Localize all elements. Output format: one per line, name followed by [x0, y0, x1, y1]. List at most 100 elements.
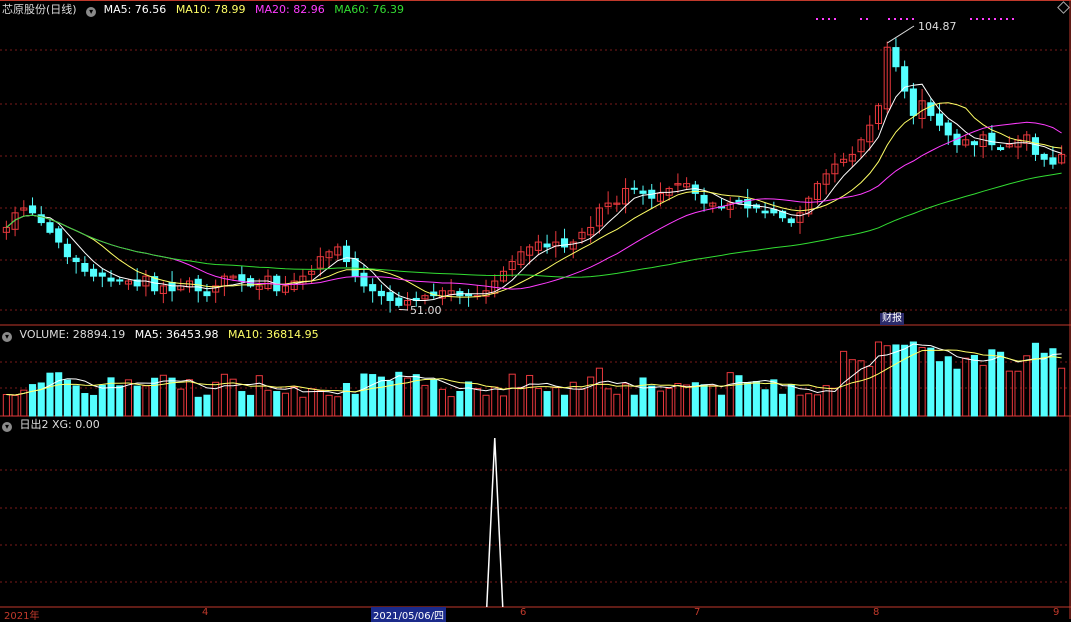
x-label-cursor-date: 2021/05/06/四 [371, 607, 447, 622]
volume-bar-70 [613, 393, 621, 417]
candle-body-27 [238, 274, 246, 282]
volume-bar-93 [813, 394, 821, 417]
ma5-label: MA5: 76.56 [103, 3, 167, 16]
volume-bar-92 [805, 393, 813, 417]
volume-bar-43 [377, 376, 385, 417]
volume-bar-23 [203, 394, 211, 417]
volume-bar-83 [726, 372, 734, 417]
financial-report-badge[interactable]: 财报 [880, 313, 904, 325]
candle-body-42 [369, 284, 377, 292]
indicator-header: ▾ 日出2 XG: 0.00 [2, 418, 106, 432]
signal-dot-1 [822, 18, 824, 20]
candle-body-41 [360, 272, 368, 287]
volume-bar-33 [290, 386, 298, 417]
volume-bar-86 [752, 381, 760, 417]
volume-bar-68 [595, 367, 603, 417]
volume-bar-50 [438, 388, 446, 417]
volume-bar-60 [526, 374, 534, 417]
candle-body-44 [386, 292, 394, 302]
ma10-line [6, 102, 1062, 298]
x-label-jul: 7 [694, 607, 701, 618]
volume-header: ▾ VOLUME: 28894.19 MA5: 36453.98 MA10: 3… [2, 328, 325, 342]
volume-bar-100 [874, 341, 883, 417]
volume-bar-101 [883, 345, 891, 417]
high-price-annotation: 104.87 [918, 20, 957, 33]
volume-bar-120 [1049, 348, 1057, 417]
x-label-year: 2021年 [4, 611, 40, 622]
volume-bar-112 [979, 364, 987, 417]
signal-dot-10 [912, 18, 914, 20]
volume-bar-54 [473, 388, 481, 417]
volume-bar-76 [665, 388, 673, 417]
volume-bar-7 [63, 379, 71, 417]
volume-bar-99 [866, 365, 874, 417]
indicator-label: 日出2 XG: 0.00 [19, 418, 100, 431]
volume-bar-6 [55, 372, 63, 417]
candle-body-6 [55, 228, 63, 243]
volume-bar-40 [351, 393, 359, 417]
volume-label: VOLUME: 28894.19 [19, 328, 126, 341]
candle-body-9 [81, 263, 89, 272]
x-label-aug: 8 [873, 607, 880, 618]
volume-bar-119 [1040, 352, 1048, 417]
candle-body-80 [700, 194, 708, 204]
signal-dot-9 [906, 18, 908, 20]
volume-bar-80 [700, 384, 708, 417]
volume-bar-11 [98, 384, 106, 417]
candle-body-12 [107, 277, 115, 282]
volume-bar-71 [622, 383, 630, 417]
signal-dot-3 [834, 18, 836, 20]
volume-bar-88 [770, 379, 778, 417]
volume-bar-30 [264, 389, 272, 417]
candle-body-120 [1049, 157, 1057, 165]
candle-body-43 [377, 290, 385, 297]
volume-bar-63 [552, 387, 560, 417]
volume-bar-96 [840, 350, 848, 417]
volume-bar-107 [935, 361, 944, 417]
signal-dot-5 [866, 18, 868, 20]
volume-bar-10 [90, 394, 98, 417]
volume-bar-58 [508, 373, 516, 417]
volume-bar-116 [1014, 370, 1022, 417]
candle-body-13 [116, 279, 124, 282]
candle-body-5 [46, 222, 54, 233]
volume-bar-115 [1005, 370, 1013, 417]
signal-dot-14 [988, 18, 990, 20]
candle-body-102 [892, 47, 900, 68]
volume-bar-17 [151, 377, 159, 417]
volume-bar-64 [560, 394, 569, 417]
volume-bar-106 [927, 347, 935, 417]
volume-bar-108 [944, 356, 952, 417]
volume-bar-62 [543, 391, 551, 417]
candle-body-11 [98, 272, 106, 277]
signal-dot-7 [894, 18, 896, 20]
volume-bar-20 [177, 388, 185, 417]
volume-bar-75 [656, 390, 665, 417]
candle-body-10 [90, 268, 98, 277]
volume-bar-38 [334, 396, 342, 417]
indicator2-menu-icon[interactable]: ▾ [2, 422, 12, 432]
volume-menu-icon[interactable]: ▾ [2, 332, 12, 342]
chart-canvas [0, 0, 1071, 619]
volume-bar-46 [403, 377, 412, 417]
volume-bar-31 [273, 391, 281, 417]
volume-bar-87 [761, 389, 769, 417]
volume-bar-91 [796, 394, 804, 417]
volume-bar-85 [744, 382, 752, 417]
volume-ma5-label: MA5: 36453.98 [134, 328, 219, 341]
volume-bar-89 [779, 393, 787, 417]
indicator-menu-icon[interactable]: ▾ [86, 7, 97, 17]
volume-bar-45 [395, 371, 403, 417]
volume-bar-65 [569, 381, 577, 417]
candle-body-114 [997, 147, 1005, 151]
candle-body-107 [935, 113, 944, 126]
volume-bar-9 [81, 393, 89, 417]
volume-bar-39 [342, 383, 351, 417]
volume-bar-53 [465, 381, 473, 417]
volume-bar-41 [360, 373, 368, 417]
volume-bar-8 [72, 385, 80, 417]
volume-bar-27 [238, 391, 246, 417]
volume-bar-55 [482, 394, 490, 417]
volume-bar-49 [430, 379, 438, 417]
price-header: 芯原股份(日线) ▾ MA5: 76.56 MA10: 78.99 MA20: … [2, 3, 410, 17]
